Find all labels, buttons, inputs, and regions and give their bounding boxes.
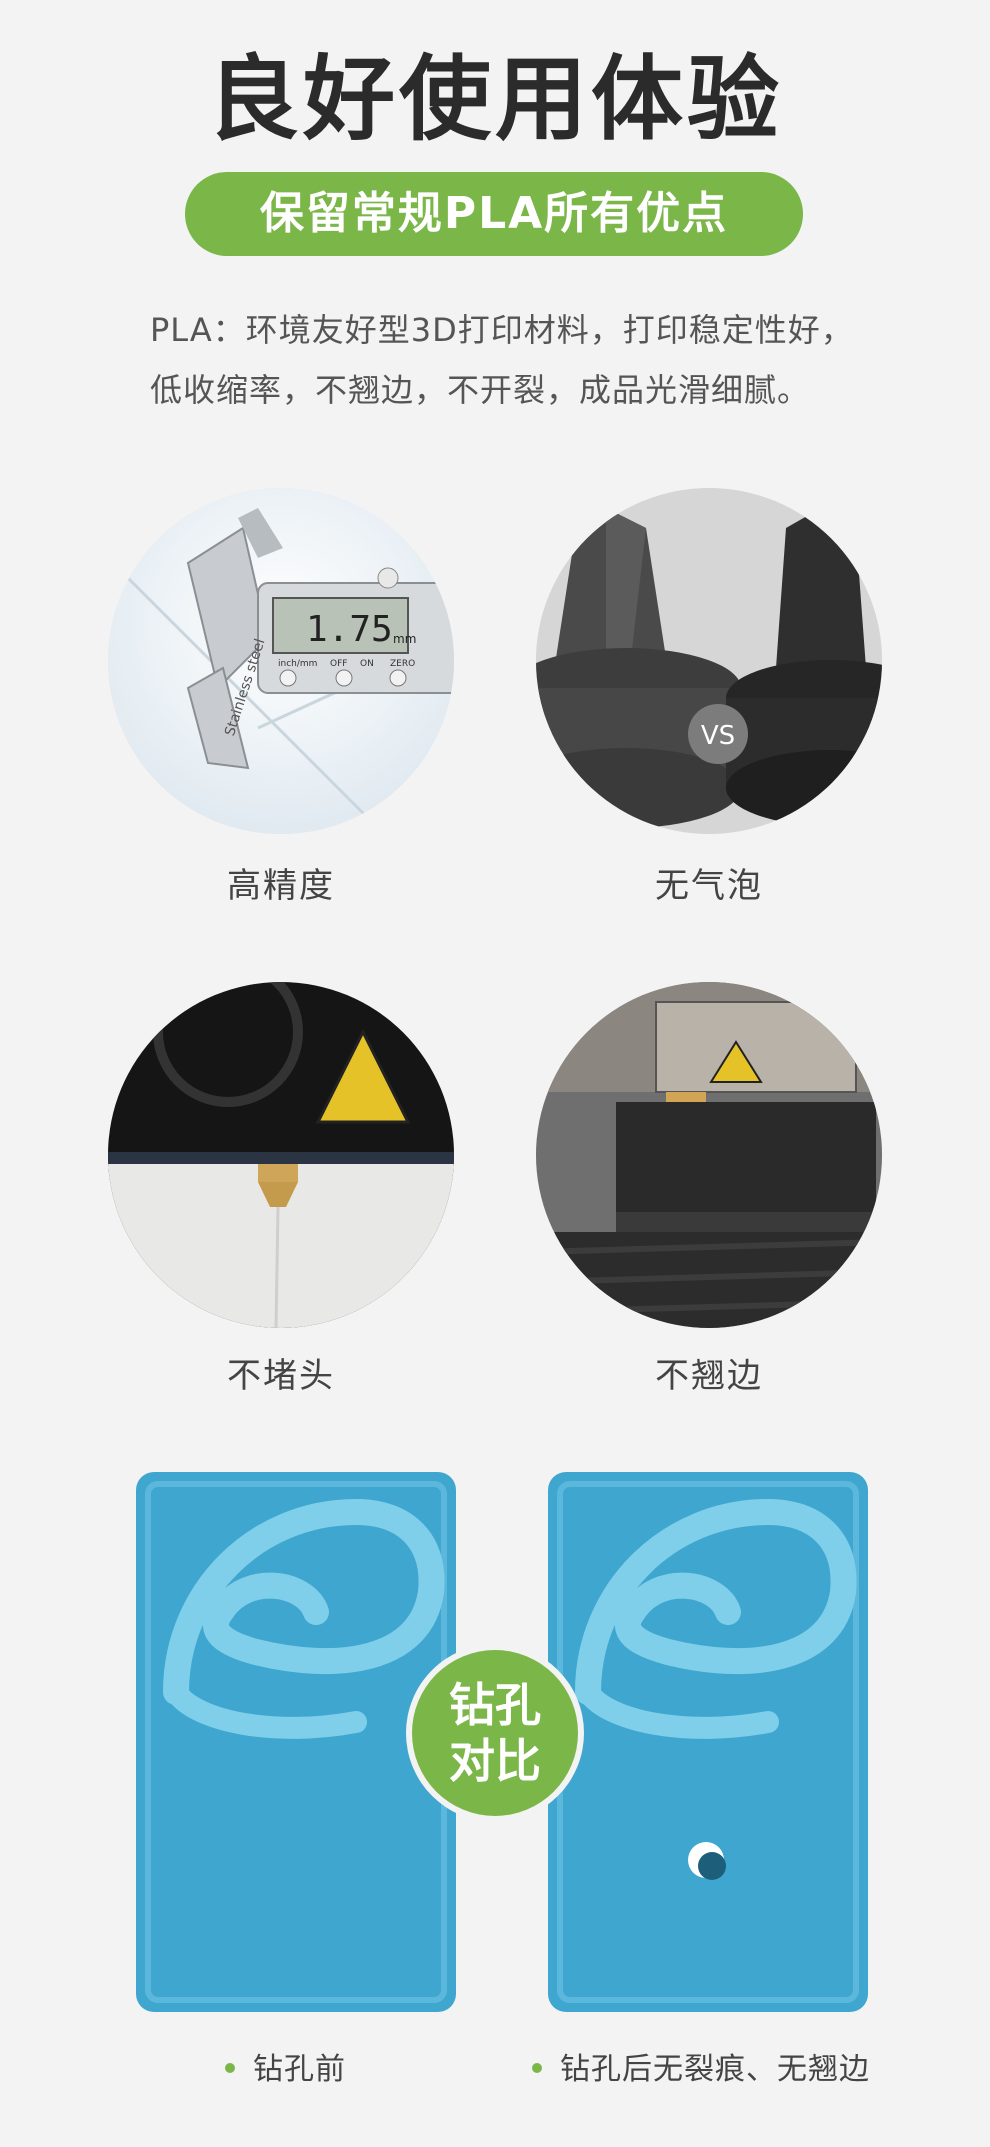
badge-line-1: 钻孔: [449, 1678, 541, 1732]
print-comparison-photo: VS: [536, 488, 882, 834]
description-line-1: PLA：环境友好型3D打印材料，打印稳定性好，: [150, 311, 854, 349]
badge-line-2: 对比: [449, 1734, 541, 1788]
caliper-button-off: OFF: [330, 659, 347, 669]
caliper-illustration: mm 1.75 inch/mm OFF ON ZERO Stainless st…: [108, 488, 454, 834]
feature-label-no-clog: 不堵头: [227, 1356, 335, 1396]
caliper-button-on: ON: [360, 659, 374, 669]
print-comparison-illustration: VS: [536, 488, 882, 834]
feature-label-no-bubbles: 无气泡: [655, 866, 763, 906]
nozzle-photo: [108, 982, 454, 1328]
before-drilling-label: 钻孔前: [225, 2044, 346, 2088]
bullet-dot: [532, 2062, 542, 2073]
after-label-text: 钻孔后无裂痕、无翘边: [560, 2052, 870, 2087]
nozzle-illustration: [108, 982, 454, 1328]
feature-label-precision: 高精度: [227, 866, 335, 906]
bullet-dot: [225, 2062, 235, 2073]
printing-photo: [536, 982, 882, 1328]
print-before-drilling: [136, 1472, 456, 2012]
caliper-unit-text: mm: [393, 632, 416, 646]
drill-comparison-badge: 钻孔 对比: [412, 1650, 578, 1816]
before-label-text: 钻孔前: [253, 2052, 346, 2087]
feature-label-no-warp: 不翘边: [655, 1356, 763, 1396]
description: PLA：环境友好型3D打印材料，打印稳定性好， 低收缩率，不翘边，不开裂，成品光…: [150, 300, 870, 420]
page-title: 良好使用体验: [206, 46, 783, 153]
caliper-button-inch-mm: inch/mm: [278, 659, 317, 669]
printing-illustration: [536, 982, 882, 1328]
print-after-illustration: [548, 1472, 868, 2012]
print-before-illustration: [136, 1472, 456, 2012]
description-line-2: 低收缩率，不翘边，不开裂，成品光滑细腻。: [150, 371, 811, 409]
caliper-button-zero: ZERO: [390, 659, 415, 669]
caliper-reading-text: 1.75: [306, 609, 393, 650]
print-after-drilling: [548, 1472, 868, 2012]
vs-text: VS: [701, 721, 735, 751]
subtitle-pill: 保留常规PLA所有优点: [185, 172, 803, 256]
after-drilling-label: 钻孔后无裂痕、无翘边: [532, 2044, 870, 2088]
caliper-photo: mm 1.75 inch/mm OFF ON ZERO Stainless st…: [108, 488, 454, 834]
